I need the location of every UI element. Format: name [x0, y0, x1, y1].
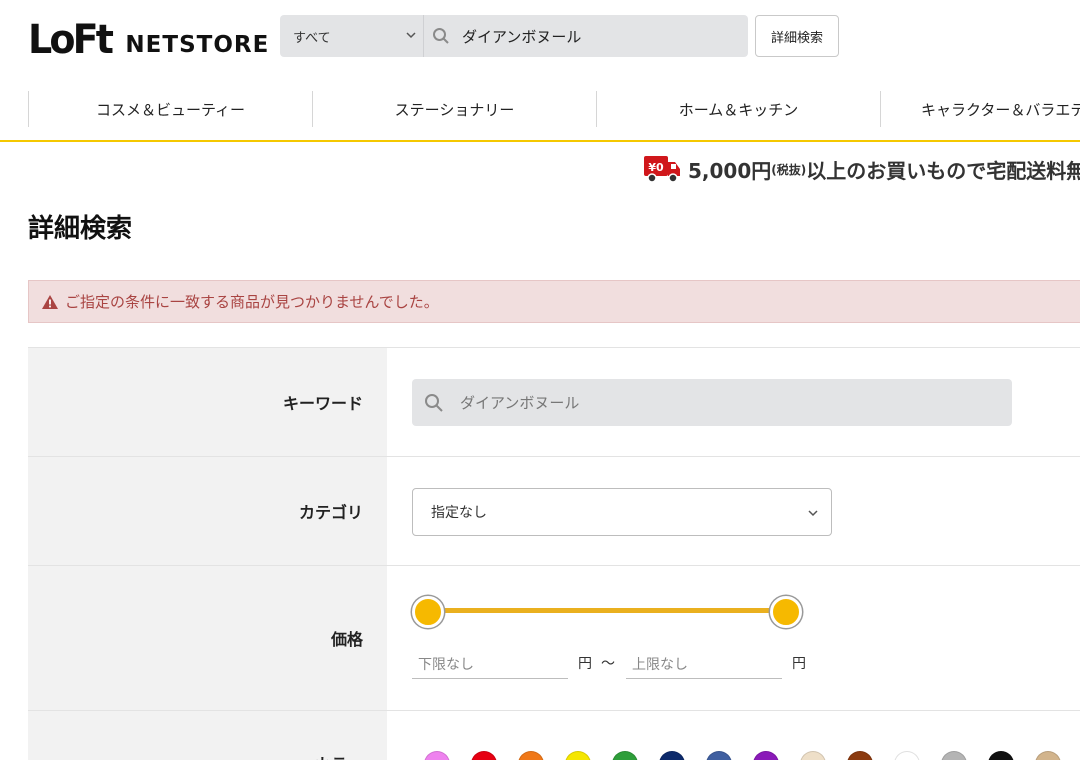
category-nav: コスメ＆ビューティー ステーショナリー ホーム＆キッチン キャラクター＆バラエテ: [0, 86, 1080, 142]
color-swatch[interactable]: [847, 751, 873, 760]
color-swatch[interactable]: [800, 751, 826, 760]
category-label: カテゴリ: [28, 457, 387, 565]
free-shipping-banner[interactable]: ¥0 5,000円 (税抜) 以上のお買いもので宅配送料無: [642, 152, 1080, 186]
keyword-input[interactable]: ダイアンボヌール: [412, 379, 1012, 426]
keyword-label: キーワード: [28, 348, 387, 456]
keyword-value: ダイアンボヌール: [460, 394, 580, 412]
color-swatch[interactable]: [941, 751, 967, 760]
category-selected: 指定なし: [431, 505, 487, 521]
price-separator: 〜: [601, 656, 615, 672]
header-search-input[interactable]: ダイアンボヌール: [424, 26, 581, 47]
page-title: 詳細検索: [28, 214, 133, 244]
free-badge-text: ¥0: [648, 161, 664, 174]
chevron-down-icon: [406, 32, 416, 39]
header-search-bar: すべて ダイアンボヌール: [280, 15, 748, 57]
color-swatches: [424, 751, 1080, 760]
nav-item-cosme[interactable]: コスメ＆ビューティー: [28, 91, 312, 127]
promo-tax-note: (税抜): [771, 162, 807, 177]
logo-netstore: NETSTORE: [125, 32, 270, 58]
color-swatch[interactable]: [659, 751, 685, 760]
advanced-search-button[interactable]: 詳細検索: [755, 15, 839, 57]
nav-item-stationery[interactable]: ステーショナリー: [312, 91, 596, 127]
color-swatch[interactable]: [753, 751, 779, 760]
color-swatch[interactable]: [894, 751, 920, 760]
price-max-unit: 円: [792, 656, 806, 672]
keyword-row: キーワード ダイアンボヌール: [28, 347, 1080, 456]
promo-amount: 5,000円: [688, 158, 772, 183]
color-swatch[interactable]: [424, 751, 450, 760]
price-row: 価格 下限なし 円 〜 上限なし 円: [28, 565, 1080, 710]
color-swatch[interactable]: [471, 751, 497, 760]
color-swatch[interactable]: [612, 751, 638, 760]
price-slider-track[interactable]: [428, 608, 786, 613]
logo-loft: LoFt: [28, 17, 114, 63]
nav-item-home-kitchen[interactable]: ホーム＆キッチン: [596, 91, 880, 127]
color-swatch[interactable]: [1035, 751, 1061, 760]
category-row: カテゴリ 指定なし: [28, 456, 1080, 565]
site-logo[interactable]: LoFt NETSTORE: [28, 14, 269, 60]
warning-icon: [42, 294, 58, 309]
color-label: カラー: [28, 711, 387, 760]
search-scope-value: すべて: [293, 30, 331, 46]
price-label: 価格: [28, 566, 387, 710]
chevron-down-icon: [808, 510, 818, 517]
no-results-alert: ご指定の条件に一致する商品が見つかりませんでした。: [28, 280, 1080, 323]
promo-text: 以上のお買いもので宅配送料無: [806, 158, 1080, 183]
header-search-query: ダイアンボヌール: [462, 27, 582, 46]
nav-item-character-variety[interactable]: キャラクター＆バラエテ: [880, 91, 1080, 127]
search-scope-select[interactable]: すべて: [280, 15, 424, 57]
delivery-truck-icon: ¥0: [644, 156, 680, 183]
search-icon: [425, 393, 443, 412]
color-swatch[interactable]: [706, 751, 732, 760]
price-min-handle[interactable]: [412, 596, 444, 628]
color-swatch[interactable]: [565, 751, 591, 760]
color-swatch[interactable]: [988, 751, 1014, 760]
price-max-input[interactable]: 上限なし: [626, 649, 782, 679]
search-icon: [433, 28, 449, 44]
site-header: LoFt NETSTORE すべて ダイアンボヌール 詳細検索: [0, 0, 1080, 78]
color-row: カラー: [28, 710, 1080, 760]
price-min-unit: 円: [578, 656, 592, 672]
price-max-handle[interactable]: [770, 596, 802, 628]
category-select[interactable]: 指定なし: [412, 488, 832, 536]
color-swatch[interactable]: [518, 751, 544, 760]
price-min-input[interactable]: 下限なし: [412, 649, 568, 679]
alert-message: ご指定の条件に一致する商品が見つかりませんでした。: [65, 293, 439, 311]
